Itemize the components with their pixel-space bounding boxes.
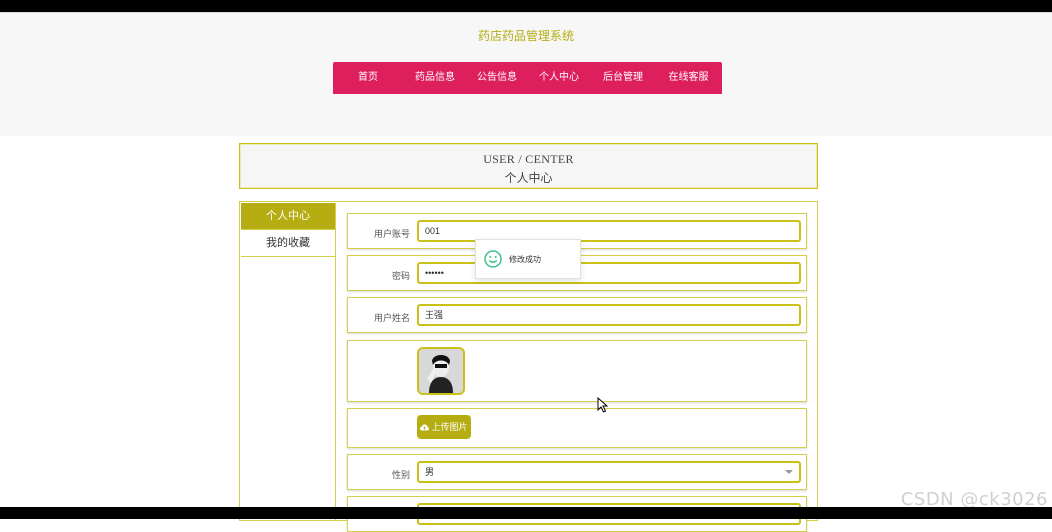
mouse-cursor-icon: [597, 397, 609, 413]
upload-button-label: 上传图片: [431, 422, 468, 432]
upload-image-button[interactable]: 上传图片: [417, 415, 471, 439]
main-nav: 首页 药品信息 公告信息 个人中心 后台管理 在线客服: [333, 62, 722, 94]
name-label: 用户姓名: [373, 313, 410, 323]
site-header: 药店药品管理系统 首页 药品信息 公告信息 个人中心 后台管理 在线客服: [0, 12, 1052, 136]
sidebar: 个人中心 我的收藏: [241, 203, 336, 521]
site-title: 药店药品管理系统: [477, 29, 574, 43]
cloud-upload-icon: [420, 424, 430, 431]
section-title-box: USER / CENTER 个人中心: [239, 143, 818, 189]
gender-selected-value: 男: [425, 467, 435, 477]
form-row-name: 用户姓名 王强: [347, 297, 807, 333]
password-label: 密码: [391, 271, 410, 281]
section-title-en: USER / CENTER: [483, 152, 574, 166]
form-row-upload: 上传图片: [347, 408, 807, 448]
nav-item-drug-info[interactable]: 药品信息: [403, 62, 467, 94]
smile-icon: [484, 250, 502, 268]
section-title-zh: 个人中心: [504, 171, 553, 185]
sidebar-item-user-center[interactable]: 个人中心: [241, 203, 335, 230]
avatar-image[interactable]: [417, 347, 465, 395]
nav-item-user-center[interactable]: 个人中心: [527, 62, 591, 94]
toast-message: 修改成功: [509, 255, 541, 264]
nav-item-online-service[interactable]: 在线客服: [655, 62, 722, 94]
form-row-gender: 性别 男: [347, 454, 807, 490]
screen-bottom-bar: [0, 507, 1052, 519]
screen-top-bar: [0, 0, 1052, 12]
nav-item-home[interactable]: 首页: [333, 62, 403, 94]
avatar-photo-icon: [419, 349, 463, 393]
sidebar-item-favorites[interactable]: 我的收藏: [241, 230, 335, 257]
form-row-avatar: [347, 340, 807, 402]
name-input[interactable]: 王强: [417, 304, 801, 326]
account-label: 用户账号: [373, 229, 410, 239]
gender-select[interactable]: 男: [417, 461, 801, 483]
chevron-down-icon: [785, 470, 793, 474]
nav-item-announcements[interactable]: 公告信息: [467, 62, 527, 94]
gender-label: 性别: [391, 470, 410, 480]
success-toast: 修改成功: [475, 239, 581, 279]
nav-item-admin[interactable]: 后台管理: [591, 62, 655, 94]
